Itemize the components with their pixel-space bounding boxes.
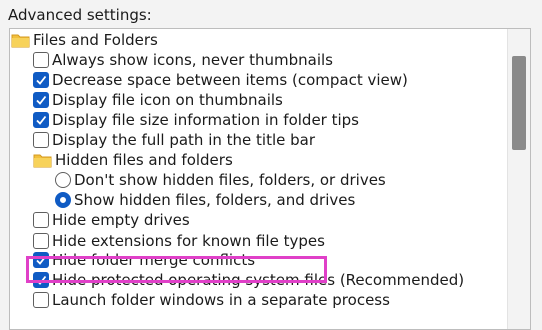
tree-item-label: Files and Folders xyxy=(33,31,158,49)
setting-label: Launch folder windows in a separate proc… xyxy=(52,291,390,309)
folder-icon xyxy=(11,33,30,48)
setting-hide-empty-drives[interactable]: Hide empty drives xyxy=(33,210,190,230)
setting-decrease-space[interactable]: Decrease space between items (compact vi… xyxy=(33,70,408,90)
checkbox-icon[interactable] xyxy=(33,252,49,268)
checkmark-icon xyxy=(36,275,47,285)
setting-hide-extensions[interactable]: Hide extensions for known file types xyxy=(33,231,325,251)
setting-label: Display file size information in folder … xyxy=(52,111,360,129)
radio-icon[interactable] xyxy=(55,172,71,188)
checkbox-icon[interactable] xyxy=(33,212,49,228)
checkmark-icon xyxy=(36,75,47,85)
checkbox-icon[interactable] xyxy=(33,52,49,68)
setting-label: Hide protected operating system files (R… xyxy=(52,271,465,289)
checkbox-icon[interactable] xyxy=(33,72,49,88)
setting-label: Hide folder merge conflicts xyxy=(52,251,256,269)
advanced-settings-tree[interactable]: Files and Folders Always show icons, nev… xyxy=(9,28,531,330)
setting-label: Hide extensions for known file types xyxy=(52,232,325,250)
radio-icon[interactable] xyxy=(55,192,71,208)
setting-label: Show hidden files, folders, and drives xyxy=(74,191,356,209)
checkbox-icon[interactable] xyxy=(33,112,49,128)
checkmark-icon xyxy=(36,95,47,105)
advanced-settings-heading: Advanced settings: xyxy=(8,6,152,24)
checkbox-icon[interactable] xyxy=(33,292,49,308)
setting-display-file-size[interactable]: Display file size information in folder … xyxy=(33,110,359,130)
setting-dont-show-hidden[interactable]: Don't show hidden files, folders, or dri… xyxy=(55,170,386,190)
scrollbar-thumb[interactable] xyxy=(512,56,526,150)
vertical-scrollbar[interactable] xyxy=(507,29,530,329)
setting-display-file-icon[interactable]: Display file icon on thumbnails xyxy=(33,90,283,110)
setting-display-full-path[interactable]: Display the full path in the title bar xyxy=(33,130,315,150)
checkbox-icon[interactable] xyxy=(33,132,49,148)
checkmark-icon xyxy=(36,115,47,125)
tree-item-hidden-files[interactable]: Hidden files and folders xyxy=(33,150,233,170)
setting-launch-separate[interactable]: Launch folder windows in a separate proc… xyxy=(33,290,390,310)
checkbox-icon[interactable] xyxy=(33,272,49,288)
setting-label: Always show icons, never thumbnails xyxy=(52,51,333,69)
checkmark-icon xyxy=(36,255,47,265)
folder-icon xyxy=(33,153,52,168)
checkbox-icon[interactable] xyxy=(33,92,49,108)
setting-always-show-icons[interactable]: Always show icons, never thumbnails xyxy=(33,50,333,70)
tree-item-files-and-folders[interactable]: Files and Folders xyxy=(11,30,158,50)
setting-label: Don't show hidden files, folders, or dri… xyxy=(74,171,386,189)
setting-hide-merge-conflicts[interactable]: Hide folder merge conflicts xyxy=(33,250,255,270)
setting-label: Display the full path in the title bar xyxy=(52,131,316,149)
setting-label: Hide empty drives xyxy=(52,211,190,229)
setting-hide-protected-os[interactable]: Hide protected operating system files (R… xyxy=(33,270,464,290)
setting-show-hidden[interactable]: Show hidden files, folders, and drives xyxy=(55,190,355,210)
setting-label: Display file icon on thumbnails xyxy=(52,91,283,109)
tree-item-label: Hidden files and folders xyxy=(55,151,233,169)
checkbox-icon[interactable] xyxy=(33,233,49,249)
setting-label: Decrease space between items (compact vi… xyxy=(52,71,408,89)
